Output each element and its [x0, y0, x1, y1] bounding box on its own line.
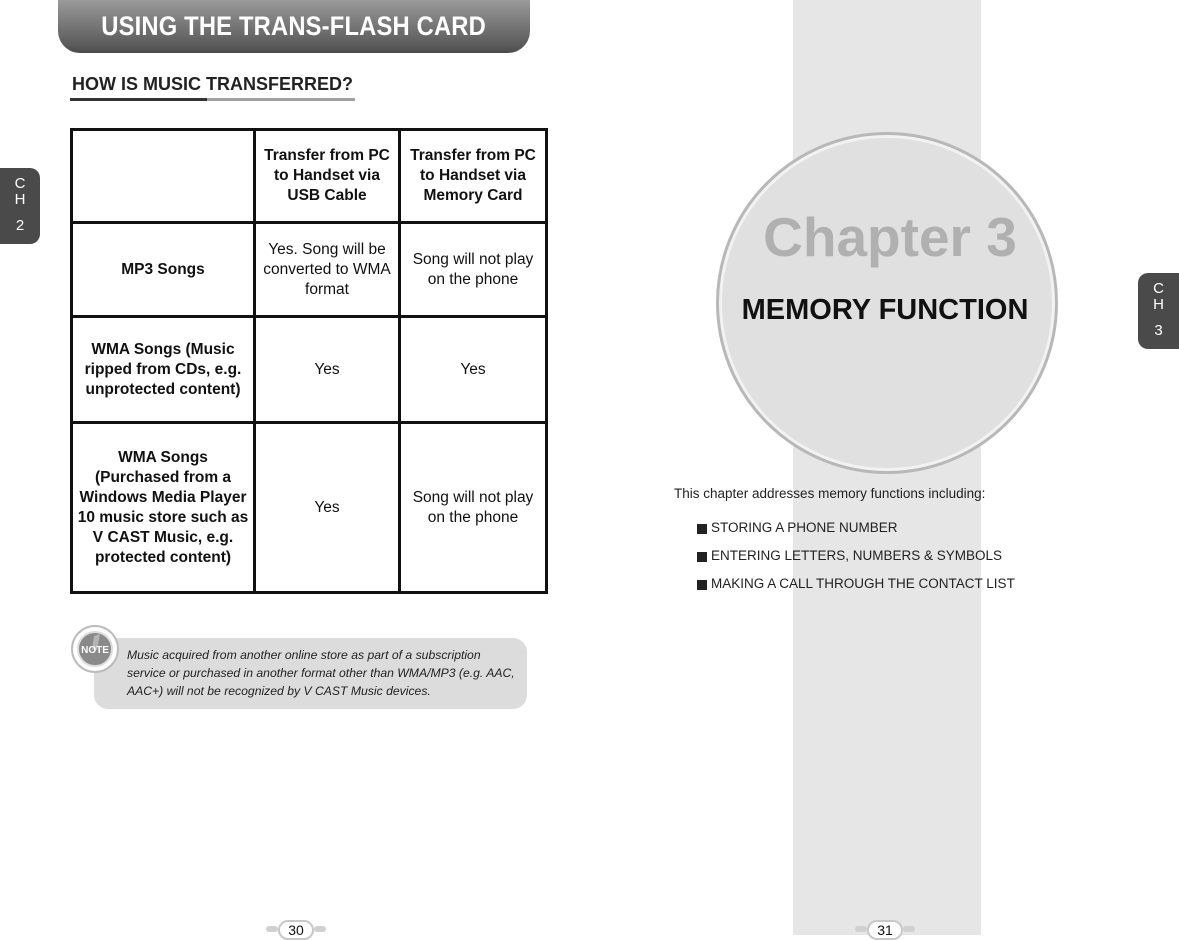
cell-usb: Yes [253, 421, 401, 594]
page-header-title: USING THE TRANS-FLASH CARD [101, 11, 487, 41]
list-item: ENTERING LETTERS, NUMBERS & SYMBOLS [697, 548, 1015, 576]
cell-memory-card: Song will not play on the phone [398, 421, 548, 594]
chapter-title: MEMORY FUNCTION [741, 294, 1029, 326]
list-item: MAKING A CALL THROUGH THE CONTACT LIST [697, 576, 1015, 604]
bullet-square-icon [697, 524, 707, 534]
bullet-square-icon [697, 580, 707, 590]
section-underline [70, 98, 355, 101]
chapter-tab-left[interactable]: C H 2 [0, 168, 40, 244]
table-header-row: Transfer from PC to Handset via USB Cabl… [70, 128, 548, 224]
note-text: Music acquired from another online store… [127, 648, 515, 698]
cell-memory-card: Yes [398, 315, 548, 424]
table-row: MP3 Songs Yes. Song will be converted to… [70, 221, 548, 318]
page-number-right: 31 [853, 918, 917, 940]
cell-memory-card: Song will not play on the phone [398, 221, 548, 318]
row-label: WMA Songs (Purchased from a Windows Medi… [70, 421, 256, 594]
list-item: STORING A PHONE NUMBER [697, 520, 1015, 548]
table-header-empty [70, 128, 256, 224]
chapter-label: Chapter 3 [763, 206, 1017, 268]
bullet-square-icon [697, 552, 707, 562]
page-header: USING THE TRANS-FLASH CARD [58, 0, 530, 53]
row-label: WMA Songs (Music ripped from CDs, e.g. u… [70, 315, 256, 424]
table-header-memory-card: Transfer from PC to Handset via Memory C… [398, 128, 548, 224]
note-icon: NOTE [71, 625, 119, 673]
table-header-usb: Transfer from PC to Handset via USB Cabl… [253, 128, 401, 224]
chapter-intro: This chapter addresses memory functions … [674, 486, 986, 501]
svg-text:NOTE: NOTE [81, 645, 109, 656]
table-row: WMA Songs (Purchased from a Windows Medi… [70, 421, 548, 594]
chapter-tab-number: 3 [1154, 322, 1163, 339]
cell-usb: Yes [253, 315, 401, 424]
music-transfer-table: Transfer from PC to Handset via USB Cabl… [70, 128, 548, 594]
row-label: MP3 Songs [70, 221, 256, 318]
section-title: HOW IS MUSIC TRANSFERRED? [72, 74, 353, 94]
chapter-tab-number: 2 [15, 217, 25, 234]
page-number-left: 30 [264, 918, 328, 940]
chapter-tab-right[interactable]: C H 3 [1138, 273, 1179, 349]
cell-usb: Yes. Song will be converted to WMA forma… [253, 221, 401, 318]
table-row: WMA Songs (Music ripped from CDs, e.g. u… [70, 315, 548, 424]
chapter-topics-list: STORING A PHONE NUMBER ENTERING LETTERS,… [697, 520, 1015, 604]
